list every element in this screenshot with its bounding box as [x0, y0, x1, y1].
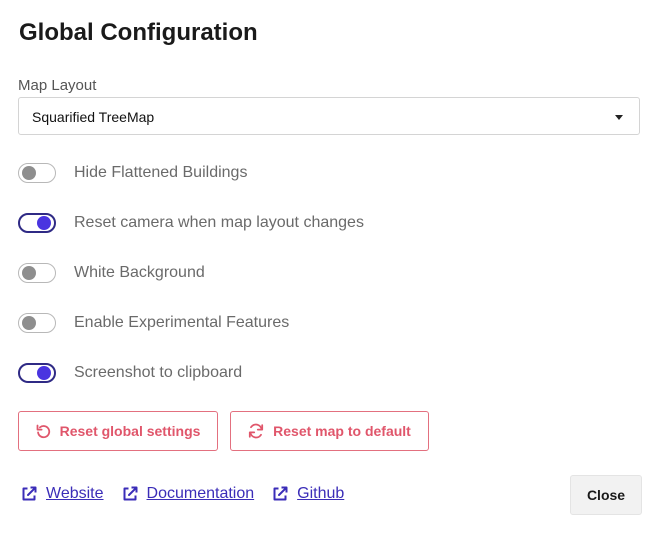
toggle-screenshot-to-clipboard[interactable]: Screenshot to clipboard [18, 361, 242, 385]
toggle-switch[interactable] [18, 313, 56, 333]
toggle-switch[interactable] [18, 263, 56, 283]
reset-global-settings-label: Reset global settings [59, 423, 201, 439]
toggle-knob [37, 216, 51, 230]
external-link-icon [273, 486, 288, 501]
sync-icon [249, 423, 264, 439]
toggle-label: Enable Experimental Features [74, 314, 290, 331]
toggle-switch[interactable] [18, 363, 56, 383]
toggle-knob [22, 266, 36, 280]
toggle-label: Screenshot to clipboard [74, 364, 243, 381]
map-layout-selected-value: Squarified TreeMap [32, 109, 155, 125]
github-link-label: Github [297, 485, 345, 502]
external-link-icon [22, 486, 37, 501]
toggle-switch[interactable] [18, 163, 56, 183]
dialog-title: Global Configuration [19, 19, 258, 46]
toggle-knob [22, 166, 36, 180]
close-button[interactable]: Close [570, 475, 642, 515]
toggle-switch[interactable] [18, 213, 56, 233]
toggle-label: Reset camera when map layout changes [74, 214, 364, 231]
undo-icon [36, 424, 50, 438]
documentation-link-label: Documentation [146, 485, 255, 502]
reset-map-button[interactable]: Reset map to default [230, 411, 429, 451]
map-layout-label: Map Layout [18, 77, 97, 94]
github-link[interactable]: Github [271, 485, 344, 503]
toggle-knob [37, 366, 51, 380]
reset-global-settings-button[interactable]: Reset global settings [18, 411, 218, 451]
website-link[interactable]: Website [20, 485, 104, 503]
documentation-link[interactable]: Documentation [121, 485, 255, 503]
reset-map-label: Reset map to default [273, 423, 411, 439]
toggle-knob [22, 316, 36, 330]
toggle-reset-camera[interactable]: Reset camera when map layout changes [18, 211, 364, 235]
website-link-label: Website [46, 485, 104, 502]
toggle-hide-flattened-buildings[interactable]: Hide Flattened Buildings [18, 161, 247, 185]
external-link-icon [123, 486, 138, 501]
toggle-label: Hide Flattened Buildings [74, 164, 248, 181]
toggle-experimental-features[interactable]: Enable Experimental Features [18, 311, 289, 335]
toggle-label: White Background [74, 264, 205, 281]
footer-links: Website Documentation Github [20, 485, 361, 503]
map-layout-select[interactable]: Squarified TreeMap [18, 97, 640, 135]
caret-down-icon [615, 115, 623, 120]
toggle-white-background[interactable]: White Background [18, 261, 205, 285]
